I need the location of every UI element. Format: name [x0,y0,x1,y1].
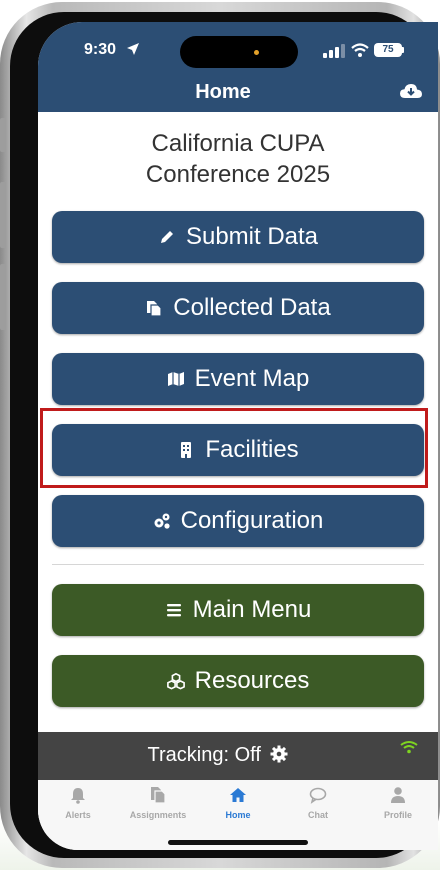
tab-chat[interactable]: Chat [278,786,358,820]
cellular-signal-icon [323,44,345,58]
tab-chat-label: Chat [308,810,328,820]
copy-icon [147,301,162,317]
tab-home[interactable]: Home [198,786,278,820]
dynamic-island [180,36,298,68]
tab-profile[interactable]: Profile [358,786,438,820]
facilities-button[interactable]: Facilities [52,424,424,476]
collected-data-button[interactable]: Collected Data [52,282,424,334]
battery-indicator: 75 [374,43,402,57]
connection-wifi-icon [400,741,418,754]
tab-profile-label: Profile [383,810,412,820]
app-header: 9:30 75 Home [38,22,438,112]
cubes-icon [166,672,185,690]
pencil-icon [160,231,173,243]
status-time: 9:30 [84,41,117,58]
tab-assignments[interactable]: Assignments [118,786,198,820]
phone-side-button [0,182,6,248]
tab-alerts[interactable]: Alerts [38,786,118,820]
home-indicator[interactable] [168,840,308,845]
tracking-state: Off [234,744,261,766]
bars-icon [166,604,181,617]
resources-button[interactable]: Resources [52,655,424,707]
tracking-bar[interactable]: Tracking: Off [38,732,438,780]
cogs-icon [154,513,170,529]
battery-tip [402,47,404,53]
map-icon [167,372,184,386]
tracking-status: Tracking: Off [38,744,398,767]
section-divider [52,564,424,565]
conference-title: California CUPA Conference 2025 [145,130,331,188]
configuration-label: Configuration [180,507,324,534]
submit-data-button[interactable]: Submit Data [52,211,424,263]
phone-side-button [0,118,6,152]
wifi-icon [351,43,369,57]
tracking-label: Tracking: [147,744,230,766]
clipboard-icon [151,787,166,804]
collected-data-label: Collected Data [173,294,331,321]
camera-indicator [254,50,259,55]
bottom-tab-bar: Alerts Assignments Home Chat Profile [38,780,438,850]
location-arrow-icon [127,43,139,55]
bell-icon [71,788,85,804]
main-menu-label: Main Menu [192,596,312,623]
submit-data-label: Submit Data [185,223,319,250]
chat-icon [309,787,327,804]
main-menu-button[interactable]: Main Menu [52,584,424,636]
event-map-label: Event Map [194,365,310,392]
tab-assignments-label: Assignments [129,810,187,820]
configuration-button[interactable]: Configuration [52,495,424,547]
tab-alerts-label: Alerts [65,810,91,820]
user-icon [391,787,405,803]
event-map-button[interactable]: Event Map [52,353,424,405]
app-screen: 9:30 75 Home California CUPA Conference … [38,22,438,850]
resources-label: Resources [194,667,310,694]
page-title: Home [195,81,251,103]
building-icon [181,442,192,458]
gear-icon[interactable] [270,745,288,763]
home-icon [230,788,246,802]
phone-side-button [0,264,6,330]
facilities-label: Facilities [205,436,299,463]
cloud-download-icon[interactable] [400,82,422,100]
tab-home-label: Home [225,810,251,820]
